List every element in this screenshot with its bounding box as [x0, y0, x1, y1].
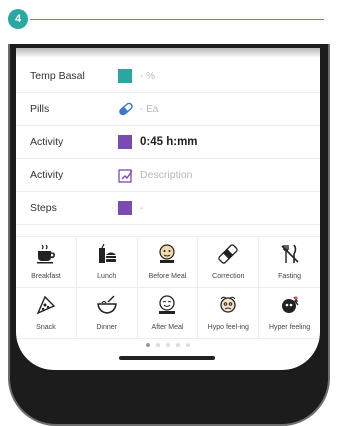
tag-lunch[interactable]: Lunch	[76, 237, 138, 288]
tag-label: Correction	[212, 273, 245, 280]
activity-description-input[interactable]: Description	[140, 169, 193, 181]
row-label: Pills	[30, 103, 50, 115]
steps-value[interactable]: -	[140, 203, 143, 214]
home-indicator-bar[interactable]	[119, 356, 215, 360]
tag-dinner[interactable]: Dinner	[76, 288, 138, 339]
no-fork-knife-icon	[281, 244, 299, 263]
screen-top-shadow	[16, 48, 320, 58]
face-after-meal-icon	[159, 295, 176, 314]
phone-screen: Temp Basal - % Pills - Ea Activity 0:45 …	[16, 48, 320, 370]
tag-correction[interactable]: Correction	[198, 237, 260, 288]
tag-label: Breakfast	[31, 273, 61, 280]
tag-before-meal[interactable]: Before Meal	[137, 237, 199, 288]
temp-basal-value[interactable]: - %	[140, 71, 155, 82]
dinner-bowl-icon	[96, 295, 117, 314]
edit-note-icon	[118, 168, 133, 183]
quick-tag-grid: Breakfast Lunch Before Meal Correction F…	[16, 236, 320, 339]
tag-snack[interactable]: Snack	[16, 288, 77, 339]
teal-square-icon	[118, 69, 132, 83]
row-label: Temp Basal	[30, 70, 85, 82]
tag-breakfast[interactable]: Breakfast	[16, 237, 77, 288]
tag-hyper-feeling[interactable]: Hyper feeling	[259, 288, 320, 339]
log-row-temp-basal[interactable]: Temp Basal - %	[16, 60, 320, 93]
face-hypo-icon	[220, 296, 236, 313]
log-row-steps[interactable]: Steps -	[16, 192, 320, 225]
page-dot[interactable]	[176, 343, 180, 347]
activity-duration-value[interactable]: 0:45 h:mm	[140, 136, 198, 148]
tag-label: Dinner	[96, 324, 117, 331]
page-dot[interactable]	[186, 343, 190, 347]
pills-value[interactable]: - Ea	[140, 104, 158, 115]
log-row-pills[interactable]: Pills - Ea	[16, 93, 320, 126]
log-entry-list: Temp Basal - % Pills - Ea Activity 0:45 …	[16, 60, 320, 225]
tag-fasting[interactable]: Fasting	[259, 237, 320, 288]
tag-label: Fasting	[278, 273, 302, 280]
tag-after-meal[interactable]: After Meal	[137, 288, 199, 339]
tag-label: Hyper feeling	[268, 324, 311, 331]
row-label: Steps	[30, 202, 57, 214]
pill-icon	[118, 102, 133, 116]
row-label: Activity	[30, 169, 64, 181]
page-indicator[interactable]	[16, 343, 320, 347]
bandage-icon	[218, 244, 239, 264]
pizza-slice-icon	[36, 295, 56, 315]
coffee-cup-icon	[36, 244, 55, 264]
step-divider-line	[30, 19, 324, 20]
page-dot[interactable]	[146, 343, 150, 347]
purple-square-icon	[118, 201, 132, 215]
log-row-activity-duration[interactable]: Activity 0:45 h:mm	[16, 126, 320, 159]
tag-label: Snack	[36, 324, 56, 331]
tag-label: Before Meal	[148, 273, 187, 280]
face-hyper-icon	[281, 296, 299, 313]
row-label: Activity	[30, 136, 64, 148]
tag-label: Lunch	[97, 273, 117, 280]
step-number-badge: 4	[8, 9, 28, 29]
tag-label: Hypo feel-ing	[207, 324, 249, 331]
purple-square-icon	[118, 135, 132, 149]
tag-hypo-feeling[interactable]: Hypo feel-ing	[198, 288, 260, 339]
log-row-activity-description[interactable]: Activity Description	[16, 159, 320, 192]
tag-label: After Meal	[151, 324, 184, 331]
face-before-meal-icon	[159, 244, 176, 263]
page-dot[interactable]	[166, 343, 170, 347]
page-dot[interactable]	[156, 343, 160, 347]
burger-drink-icon	[98, 243, 116, 263]
